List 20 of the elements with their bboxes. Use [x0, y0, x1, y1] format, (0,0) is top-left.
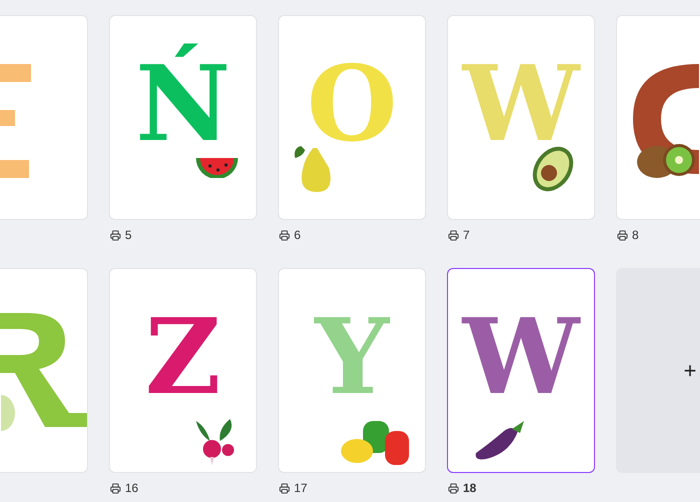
add-page-button[interactable]: + — [616, 268, 700, 473]
page-number: 8 — [632, 228, 639, 242]
page-number: 17 — [294, 481, 308, 495]
letter-art: O — [306, 42, 398, 167]
letter-art: Z — [145, 295, 221, 420]
letter-art: Y — [314, 295, 390, 420]
page-number: 6 — [294, 228, 301, 242]
page-number: 16 — [125, 481, 138, 495]
letter-art: Ń — [135, 42, 231, 167]
page-thumbnail[interactable]: O — [278, 15, 426, 220]
page-number: 5 — [125, 228, 132, 242]
letter-art: W — [462, 42, 580, 167]
page-number: 18 — [463, 481, 476, 495]
letter-art: W — [462, 295, 580, 420]
page-thumbnail[interactable]: Y — [278, 268, 426, 473]
page-thumbnail[interactable]: Z — [109, 268, 257, 473]
page-number: 7 — [463, 228, 470, 242]
page-thumbnail[interactable]: W — [447, 15, 595, 220]
page-thumbnail[interactable]: Ń — [109, 15, 257, 220]
page-thumbnail[interactable]: W — [447, 268, 595, 473]
